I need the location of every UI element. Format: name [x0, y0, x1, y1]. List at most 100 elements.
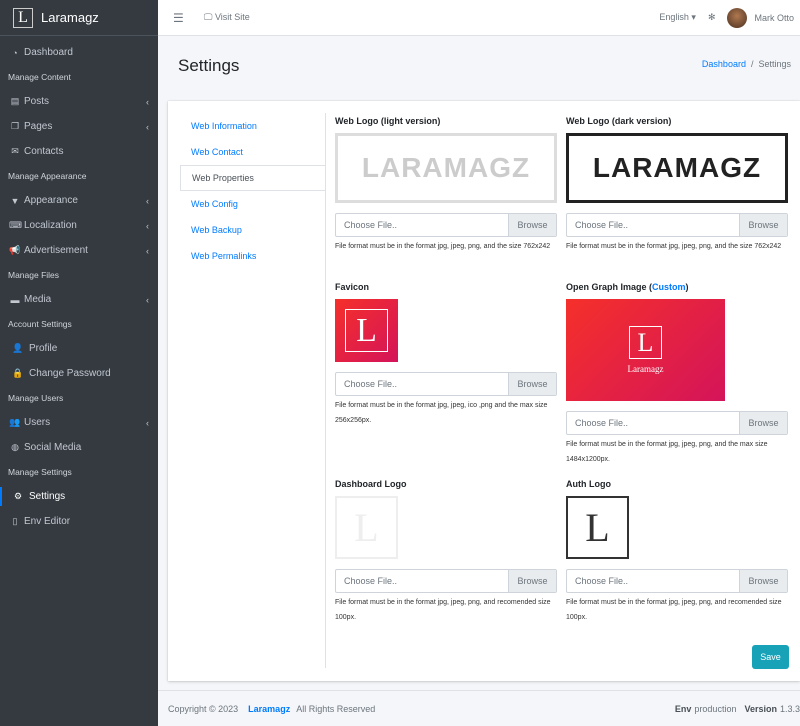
custom-link[interactable]: Custom [652, 282, 686, 292]
book-icon: ▤ [10, 96, 20, 106]
file-icon: ▯ [12, 516, 18, 526]
browse-button[interactable]: Browse [739, 412, 787, 434]
help-text: File format must be in the format jpg, j… [335, 599, 551, 621]
logo-dark-file-input[interactable]: Choose File.. Browse [566, 213, 788, 237]
sidebar-item-posts[interactable]: ▤ Posts ‹ [0, 89, 158, 114]
sidebar-item-settings[interactable]: ⚙ Settings [0, 484, 158, 509]
logo-light-file-input[interactable]: Choose File.. Browse [335, 213, 557, 237]
sidebar-item-label: Env Editor [24, 516, 71, 527]
sidebar-item-contacts[interactable]: ✉ Contacts [0, 139, 158, 164]
save-button[interactable]: Save [752, 645, 789, 669]
user-menu[interactable]: Mark Otto [727, 7, 794, 28]
og-preview-text: Laramagz [627, 364, 664, 374]
sidebar-item-pages[interactable]: ❐ Pages ‹ [0, 114, 158, 139]
lock-icon: 🔒 [12, 368, 24, 378]
sidebar-item-label: Dashboard [24, 47, 73, 58]
field-label: Open Graph Image (Custom) [566, 282, 788, 292]
sidebar-nav: ◔ Dashboard Manage Content ▤ Posts ‹ ❐ Pages ‹ ✉ C… [0, 36, 158, 534]
hdd-icon: ▬ [10, 294, 20, 305]
visit-site-label: Visit Site [214, 12, 250, 22]
sidebar-item-label: Appearance [24, 195, 78, 206]
tab-web-contact[interactable]: Web Contact [180, 139, 325, 165]
chevron-left-icon: ‹ [146, 417, 149, 428]
language-dropdown[interactable]: English ▾ [659, 12, 696, 23]
help-text: File format must be in the format jpg, j… [566, 441, 768, 463]
top-navbar: ☰ 🖵 Visit Site English ▾ ✻ Mark Otto [158, 0, 800, 36]
dashboard-logo-file-input[interactable]: Choose File.. Browse [335, 569, 557, 593]
sidebar-item-label: Localization [24, 220, 77, 231]
env-version: Env production Version 1.3.3 [667, 704, 800, 714]
dashboard-logo-preview: L [335, 496, 398, 559]
sidebar-item-localization[interactable]: ⌨ Localization ‹ [0, 213, 158, 238]
user-icon: 👤 [12, 343, 24, 353]
sidebar-item-dashboard[interactable]: ◔ Dashboard [0, 40, 158, 65]
browse-button[interactable]: Browse [508, 373, 556, 395]
sidebar-item-change-password[interactable]: 🔒 Change Password [0, 361, 158, 386]
sidebar-item-label: Change Password [29, 368, 111, 379]
og-image-field: Open Graph Image (Custom) L Laramagz Cho… [566, 282, 788, 467]
browse-button[interactable]: Browse [739, 570, 787, 592]
brand-logo: L [13, 7, 33, 28]
tab-web-backup[interactable]: Web Backup [180, 217, 325, 243]
logo-light-preview: LARAMAGZ [335, 133, 557, 203]
theme-toggle-icon[interactable]: ✻ [708, 12, 716, 23]
tab-web-properties[interactable]: Web Properties [180, 165, 325, 191]
language-label: English [659, 12, 689, 22]
tab-web-information[interactable]: Web Information [180, 113, 325, 139]
version-label: Version [744, 703, 777, 714]
cogs-icon: ⚙ [13, 491, 23, 501]
sidebar-item-label: Profile [29, 343, 58, 354]
auth-logo-file-input[interactable]: Choose File.. Browse [566, 569, 788, 593]
sidebar-item-advertisement[interactable]: 📢 Advertisement ‹ [0, 238, 158, 263]
browse-button[interactable]: Browse [508, 570, 556, 592]
brand-link[interactable]: L Laramagz [0, 0, 158, 36]
env-label: Env [674, 703, 692, 714]
tab-web-config[interactable]: Web Config [180, 191, 325, 217]
sidebar-header: Manage Content [8, 72, 71, 82]
web-logo-dark-field: Web Logo (dark version) LARAMAGZ Choose … [566, 116, 788, 254]
chevron-left-icon: ‹ [146, 96, 149, 107]
chevron-left-icon: ‹ [146, 121, 149, 132]
sidebar-item-users[interactable]: 👥 Users ‹ [0, 410, 158, 435]
help-text: File format must be in the format jpg, j… [335, 243, 551, 250]
sidebar-item-env-editor[interactable]: ▯ Env Editor [0, 509, 158, 534]
sidebar-item-appearance[interactable]: ▼ Appearance ‹ [0, 188, 158, 213]
brand-logo: L [345, 309, 388, 352]
field-label: Favicon [335, 282, 370, 292]
globe-icon: ◍ [11, 442, 19, 452]
page-title: Settings [178, 56, 240, 75]
file-placeholder: Choose File.. [575, 418, 629, 428]
auth-logo-preview: L [566, 496, 629, 559]
file-placeholder: Choose File.. [344, 576, 398, 586]
og-file-input[interactable]: Choose File.. Browse [566, 411, 788, 435]
footer: Copyright © 2023 Laramagz All Rights Res… [158, 690, 800, 726]
users-icon: 👥 [9, 417, 21, 427]
sidebar-item-social-media[interactable]: ◍ Social Media [0, 435, 158, 460]
label-text: Open Graph Image ( [566, 282, 653, 292]
favicon-field: Favicon L Choose File.. Browse File forma… [335, 282, 557, 428]
brand-logo: L [629, 326, 662, 359]
visit-site-link[interactable]: 🖵 Visit Site [204, 12, 250, 23]
breadcrumb-dashboard[interactable]: Dashboard [702, 59, 746, 69]
logo-dark-preview: LARAMAGZ [566, 133, 788, 203]
tab-web-permalinks[interactable]: Web Permalinks [180, 243, 325, 269]
file-placeholder: Choose File.. [575, 576, 629, 586]
sidebar-item-label: Posts [24, 96, 50, 107]
copyright: Copyright © 2023 [168, 703, 239, 714]
dashboard-logo-field: Dashboard Logo L Choose File.. Browse Fil… [335, 479, 557, 625]
breadcrumb: Dashboard / Settings [701, 59, 791, 69]
tachometer-icon: ◔ [12, 47, 18, 58]
favicon-file-input[interactable]: Choose File.. Browse [335, 372, 557, 396]
browse-button[interactable]: Browse [508, 214, 556, 236]
field-label: Auth Logo [566, 479, 611, 489]
chevron-left-icon: ‹ [146, 294, 149, 305]
web-logo-light-field: Web Logo (light version) LARAMAGZ Choose… [335, 116, 557, 254]
footer-brand-link[interactable]: Laramagz [248, 704, 290, 714]
sidebar-item-media[interactable]: ▬ Media ‹ [0, 287, 158, 312]
help-text: File format must be in the format jpg, j… [566, 599, 782, 621]
chevron-left-icon: ‹ [146, 220, 149, 231]
browse-button[interactable]: Browse [739, 214, 787, 236]
copy-icon: ❐ [10, 121, 20, 131]
sidebar-item-profile[interactable]: 👤 Profile [0, 336, 158, 361]
menu-toggle-icon[interactable]: ☰ [173, 11, 184, 25]
